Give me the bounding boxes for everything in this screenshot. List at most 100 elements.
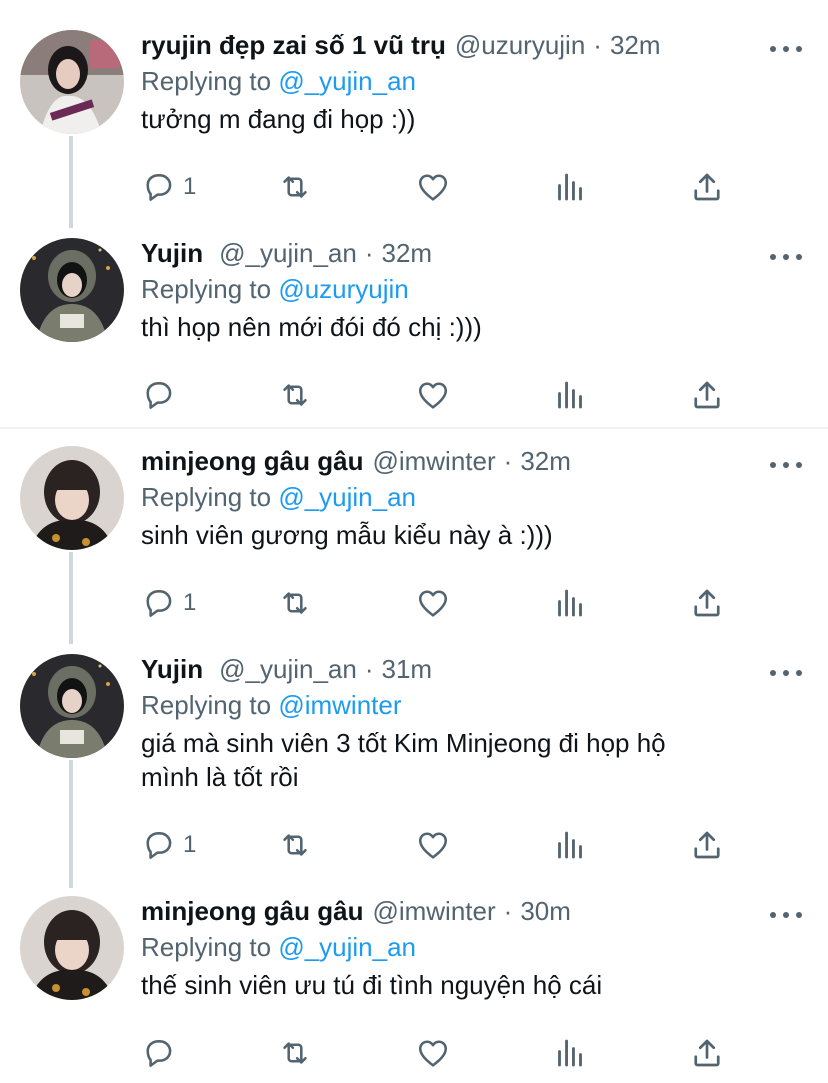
analytics-button[interactable] (552, 1035, 588, 1071)
reply-button[interactable]: 1 (141, 827, 196, 863)
replies-feed: ryujin đẹp zai số 1 vũ trụ @uzuryujin · … (0, 0, 828, 1083)
more-icon[interactable] (770, 910, 802, 920)
analytics-button[interactable] (552, 169, 588, 205)
reply-count: 1 (183, 831, 197, 858)
share-button[interactable] (689, 1035, 725, 1071)
tweet-text-line: mình là tốt rồi (141, 762, 299, 792)
mention-link[interactable]: @_yujin_an (278, 482, 416, 512)
more-icon[interactable] (770, 668, 802, 678)
like-button[interactable] (415, 585, 451, 621)
reply-count: 1 (183, 173, 197, 200)
analytics-icon (552, 169, 588, 205)
display-name[interactable]: ryujin đẹp zai số 1 vũ trụ (141, 30, 446, 61)
display-name[interactable]: Yujin (141, 238, 203, 269)
tweet-header: Yujin @_yujin_an · 32m (141, 238, 432, 274)
analytics-button[interactable] (552, 377, 588, 413)
retweet-icon (277, 585, 313, 621)
mention-link[interactable]: @imwinter (278, 690, 401, 720)
replying-prefix: Replying to (141, 690, 272, 720)
share-button[interactable] (689, 827, 725, 863)
user-handle[interactable]: @_yujin_an (219, 654, 357, 685)
replying-prefix: Replying to (141, 274, 272, 304)
replying-prefix: Replying to (141, 932, 272, 962)
tweet-text: giá mà sinh viên 3 tốt Kim Minjeong đi h… (141, 726, 781, 794)
mention-link[interactable]: @_yujin_an (278, 66, 416, 96)
reply-count: 1 (183, 589, 197, 616)
retweet-button[interactable] (277, 169, 313, 205)
mention-link[interactable]: @uzuryujin (278, 274, 408, 304)
avatar-yujin[interactable] (20, 654, 124, 758)
user-handle[interactable]: @imwinter (372, 896, 495, 927)
avatar-minjeong[interactable] (20, 896, 124, 1000)
tweet-actions: 1 (141, 827, 741, 863)
share-button[interactable] (689, 585, 725, 621)
replying-to: Replying to @_yujin_an (141, 66, 416, 97)
reply-button[interactable]: 1 (141, 585, 196, 621)
like-button[interactable] (415, 827, 451, 863)
tweet[interactable]: ryujin đẹp zai số 1 vũ trụ @uzuryujin · … (0, 30, 828, 220)
reply-icon (141, 169, 177, 205)
heart-icon (415, 377, 451, 413)
avatar-yujin[interactable] (20, 238, 124, 342)
analytics-icon (552, 585, 588, 621)
heart-icon (415, 1035, 451, 1071)
like-button[interactable] (415, 1035, 451, 1071)
avatar-ryujin[interactable] (20, 30, 124, 134)
avatar-minjeong[interactable] (20, 446, 124, 550)
retweet-icon (277, 827, 313, 863)
like-button[interactable] (415, 377, 451, 413)
separator-dot: · (503, 446, 513, 476)
retweet-icon (277, 377, 313, 413)
replying-to: Replying to @_yujin_an (141, 932, 416, 963)
tweet-text: tưởng m đang đi họp :)) (141, 104, 416, 134)
analytics-icon (552, 1035, 588, 1071)
more-icon[interactable] (770, 252, 802, 262)
display-name[interactable]: minjeong gâu gâu (141, 896, 363, 927)
retweet-button[interactable] (277, 585, 313, 621)
like-button[interactable] (415, 169, 451, 205)
user-handle[interactable]: @_yujin_an (219, 238, 357, 269)
reply-icon (141, 827, 177, 863)
timestamp[interactable]: 32m (382, 238, 433, 269)
tweet-header: minjeong gâu gâu @imwinter · 32m (141, 446, 571, 482)
tweet-text: thì họp nên mới đói đó chị :))) (141, 312, 482, 342)
share-button[interactable] (689, 169, 725, 205)
more-icon[interactable] (770, 44, 802, 54)
tweet-header: minjeong gâu gâu @imwinter · 30m (141, 896, 571, 932)
reply-button[interactable] (141, 377, 177, 413)
replying-to: Replying to @imwinter (141, 690, 402, 721)
share-button[interactable] (689, 377, 725, 413)
display-name[interactable]: minjeong gâu gâu (141, 446, 363, 477)
tweet-text: sinh viên gương mẫu kiểu này à :))) (141, 520, 553, 550)
timestamp[interactable]: 32m (520, 446, 571, 477)
more-icon[interactable] (770, 460, 802, 470)
timestamp[interactable]: 30m (520, 896, 571, 927)
conversation-divider (0, 427, 828, 429)
mention-link[interactable]: @_yujin_an (278, 932, 416, 962)
separator-dot: · (593, 30, 602, 60)
analytics-button[interactable] (552, 585, 588, 621)
replying-to: Replying to @uzuryujin (141, 274, 409, 305)
reply-button[interactable] (141, 1035, 177, 1071)
tweet[interactable]: Yujin @_yujin_an · 32m Replying to @uzur… (0, 238, 828, 428)
tweet[interactable]: minjeong gâu gâu @imwinter · 32m Replyin… (0, 446, 828, 636)
reply-button[interactable]: 1 (141, 169, 196, 205)
retweet-button[interactable] (277, 1035, 313, 1071)
analytics-button[interactable] (552, 827, 588, 863)
user-handle[interactable]: @imwinter (372, 446, 495, 477)
retweet-button[interactable] (277, 377, 313, 413)
tweet-text: thế sinh viên ưu tú đi tình nguyện hộ cá… (141, 970, 603, 1000)
user-handle[interactable]: @uzuryujin (455, 30, 585, 61)
retweet-button[interactable] (277, 827, 313, 863)
timestamp[interactable]: 32m (610, 30, 661, 61)
heart-icon (415, 169, 451, 205)
tweet[interactable]: Yujin @_yujin_an · 31m Replying to @imwi… (0, 654, 828, 884)
tweet-header: ryujin đẹp zai số 1 vũ trụ @uzuryujin · … (141, 30, 661, 66)
tweet-actions: 1 (141, 585, 741, 621)
timestamp[interactable]: 31m (382, 654, 433, 685)
replying-prefix: Replying to (141, 66, 272, 96)
tweet-text-line: giá mà sinh viên 3 tốt Kim Minjeong đi h… (141, 728, 666, 758)
display-name[interactable]: Yujin (141, 654, 203, 685)
tweet[interactable]: minjeong gâu gâu @imwinter · 30m Replyin… (0, 896, 828, 1083)
retweet-icon (277, 169, 313, 205)
